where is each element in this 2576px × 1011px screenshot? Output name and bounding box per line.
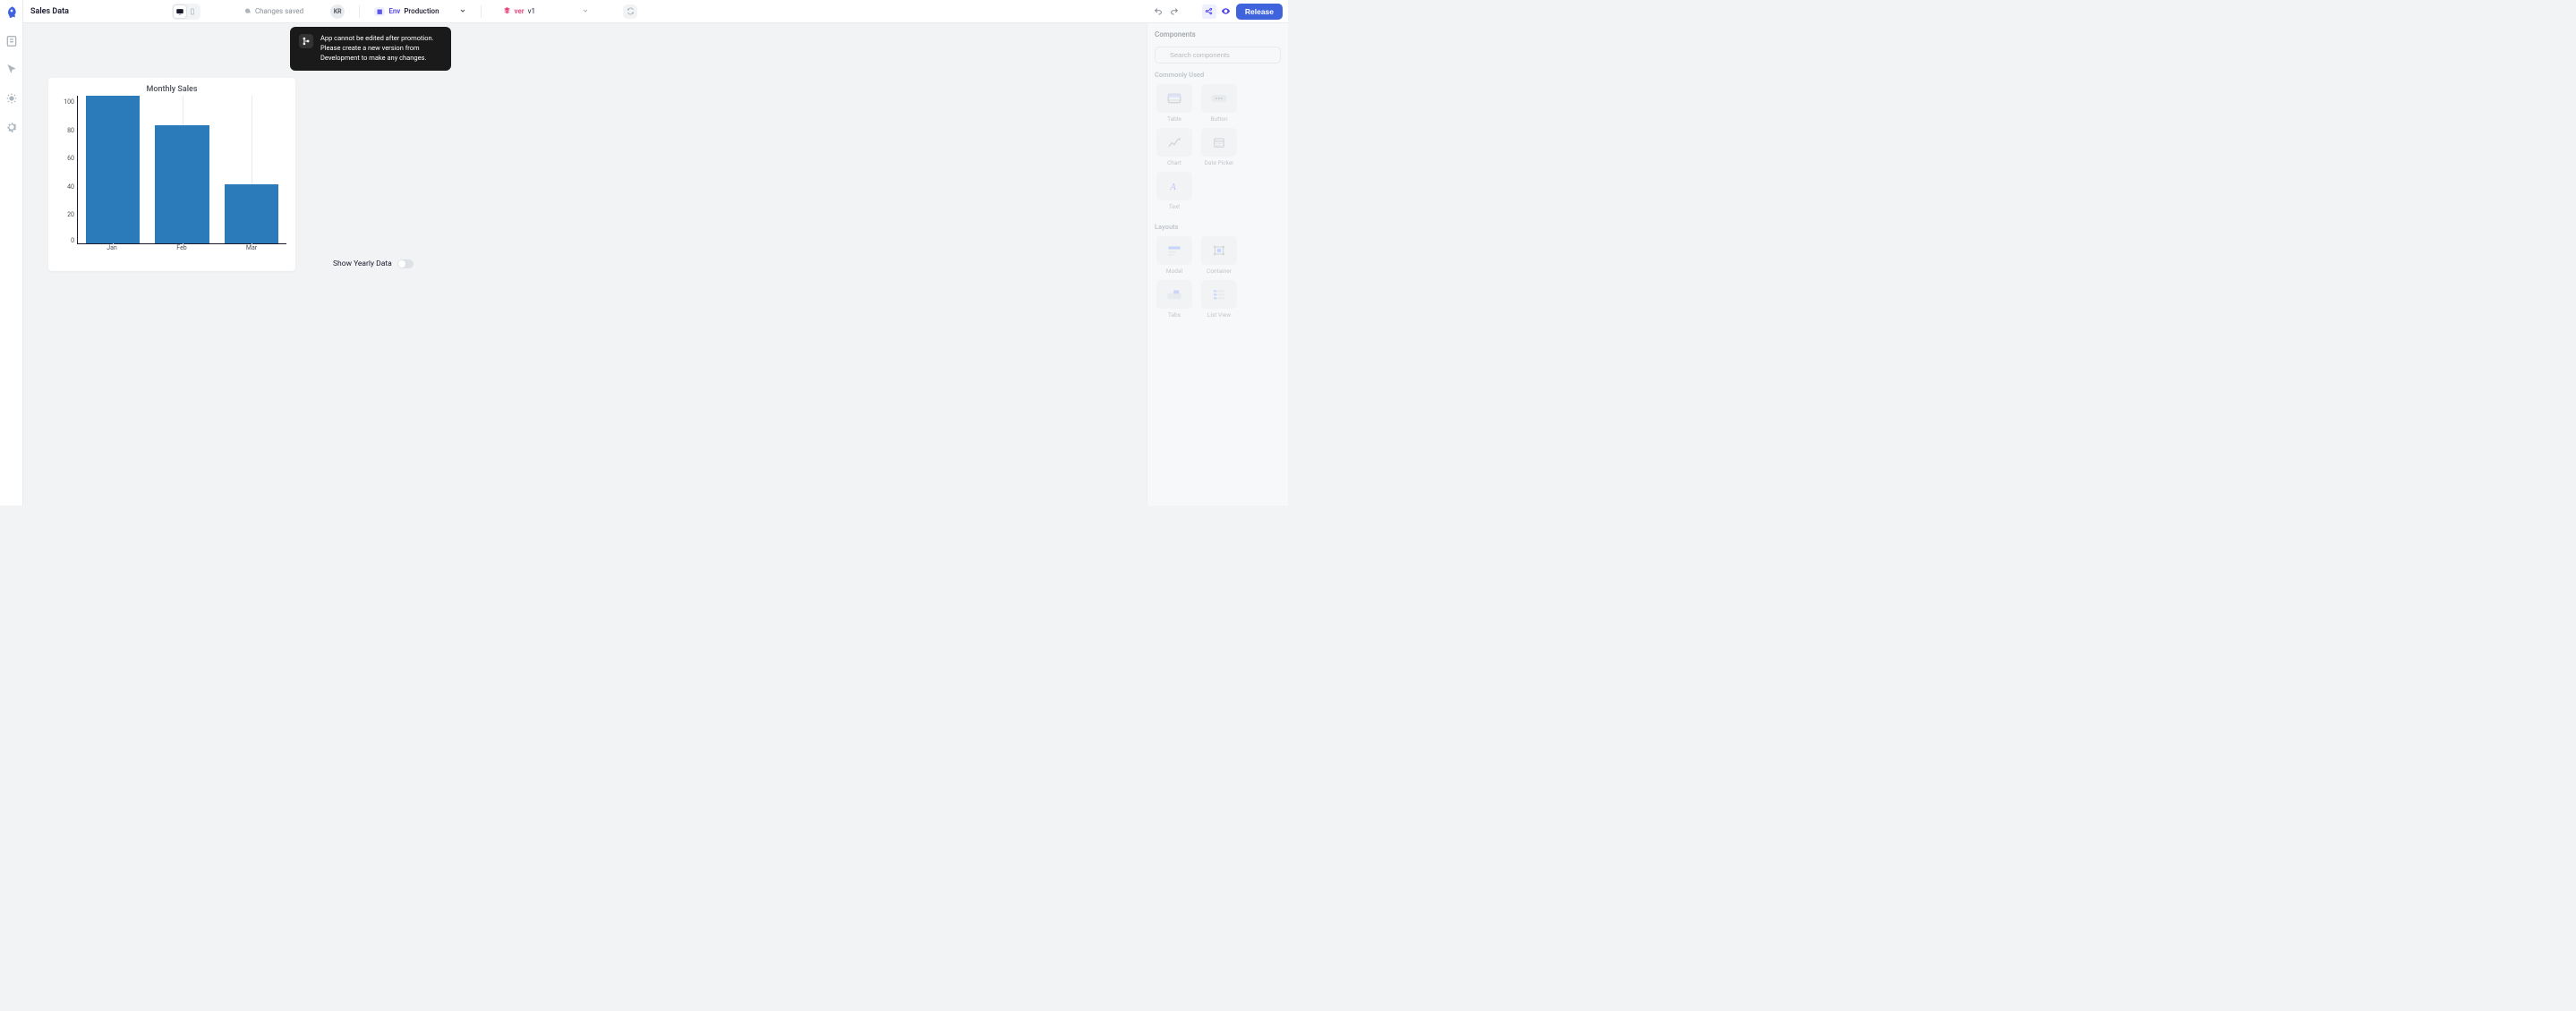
y-tick: 100 (64, 98, 74, 106)
env-badge-icon: ▦ (374, 7, 385, 16)
top-right-tools: Release (1147, 0, 1288, 23)
tile-label: Text (1169, 203, 1180, 210)
components-search-input[interactable] (1155, 47, 1281, 64)
components-title: Components (1155, 30, 1281, 38)
yearly-toggle-label: Show Yearly Data (333, 259, 392, 268)
tile-label: List View (1207, 311, 1231, 319)
button-icon (1201, 84, 1237, 113)
settings-icon[interactable] (4, 119, 20, 135)
cursor-icon[interactable] (4, 62, 20, 78)
version-selector[interactable]: ver v1 (503, 6, 590, 16)
chart-icon (1156, 128, 1192, 157)
env-value: Production (404, 7, 439, 15)
left-sidebar (0, 0, 23, 506)
component-tile-container[interactable]: Container (1199, 236, 1239, 275)
app-title[interactable]: Sales Data (30, 7, 69, 16)
tile-label: Chart (1167, 159, 1181, 166)
bars-area (77, 96, 286, 244)
bar (155, 125, 209, 243)
divider (481, 5, 482, 18)
mobile-toggle[interactable] (186, 5, 199, 18)
bar (86, 96, 141, 243)
share-button[interactable] (1202, 4, 1216, 19)
yearly-toggle-row: Show Yearly Data (333, 259, 414, 268)
chevron-down-icon (582, 7, 589, 16)
table-icon (1156, 84, 1192, 113)
tile-label: Table (1167, 115, 1181, 123)
env-label: Env (388, 7, 400, 15)
section-common: Commonly Used (1155, 71, 1281, 79)
save-status-text: Changes saved (255, 7, 303, 15)
y-tick: 80 (67, 127, 74, 134)
version-value: v1 (528, 7, 535, 15)
bar (225, 184, 279, 243)
release-button[interactable]: Release (1236, 4, 1283, 20)
device-segment (172, 4, 200, 20)
chart-title: Monthly Sales (57, 85, 286, 94)
search-icon (1159, 48, 1166, 55)
layers-icon (503, 6, 511, 16)
component-tile-button[interactable]: Button (1199, 84, 1239, 123)
desktop-toggle[interactable] (174, 5, 186, 18)
undo-button[interactable] (1152, 5, 1164, 18)
page-icon[interactable] (4, 33, 20, 49)
component-tile-tabs[interactable]: Tabs (1155, 280, 1194, 319)
rocket-logo-icon[interactable] (4, 4, 20, 21)
sync-button[interactable] (623, 4, 637, 19)
version-label: ver (515, 7, 525, 15)
yearly-toggle[interactable] (397, 259, 414, 268)
branch-icon (299, 34, 313, 48)
chevron-down-icon (459, 7, 466, 16)
svg-text:A: A (1169, 183, 1176, 192)
divider (359, 5, 360, 18)
component-tile-modal[interactable]: Modal (1155, 236, 1194, 275)
chart-plot: 100 80 60 40 20 0 (57, 96, 286, 244)
top-bar: Sales Data Changes saved KR ▦ Env Produc… (23, 0, 1147, 23)
component-tile-date-picker[interactable]: Date Picker (1199, 128, 1239, 166)
save-status: Changes saved (243, 7, 303, 15)
modal-icon (1156, 236, 1192, 265)
text-icon: A (1156, 172, 1192, 200)
y-tick: 20 (67, 211, 74, 218)
preview-button[interactable] (1220, 5, 1233, 18)
list-view-icon (1201, 280, 1237, 309)
component-tile-chart[interactable]: Chart (1155, 128, 1194, 166)
y-tick: 40 (67, 183, 74, 191)
tile-label: Date Picker (1205, 159, 1234, 166)
y-axis: 100 80 60 40 20 0 (57, 96, 77, 244)
canvas: App cannot be edited after promotion. Pl… (23, 23, 1147, 506)
section-layouts: Layouts (1155, 223, 1281, 231)
tile-label: Tabs (1168, 311, 1181, 319)
components-panel: Components Commonly Used Table Button Char… (1147, 23, 1288, 506)
tile-label: Modal (1166, 268, 1182, 275)
env-selector[interactable]: ▦ Env Production (374, 7, 465, 16)
y-tick: 0 (71, 237, 74, 244)
y-tick: 60 (67, 155, 74, 162)
promotion-lock-toast: App cannot be edited after promotion. Pl… (290, 27, 451, 71)
tile-label: Button (1210, 115, 1227, 123)
component-tile-text[interactable]: A Text (1155, 172, 1194, 210)
debug-icon[interactable] (4, 90, 20, 106)
user-avatar[interactable]: KR (330, 4, 345, 19)
date-picker-icon (1201, 128, 1237, 157)
toast-message: App cannot be edited after promotion. Pl… (320, 34, 442, 64)
redo-button[interactable] (1168, 5, 1181, 18)
tabs-icon (1156, 280, 1192, 309)
component-tile-table[interactable]: Table (1155, 84, 1194, 123)
tile-label: Container (1207, 268, 1232, 275)
container-icon (1201, 236, 1237, 265)
component-tile-list-view[interactable]: List View (1199, 280, 1239, 319)
chart-card[interactable]: Monthly Sales 100 80 60 40 20 0 Jan Feb … (48, 78, 295, 271)
